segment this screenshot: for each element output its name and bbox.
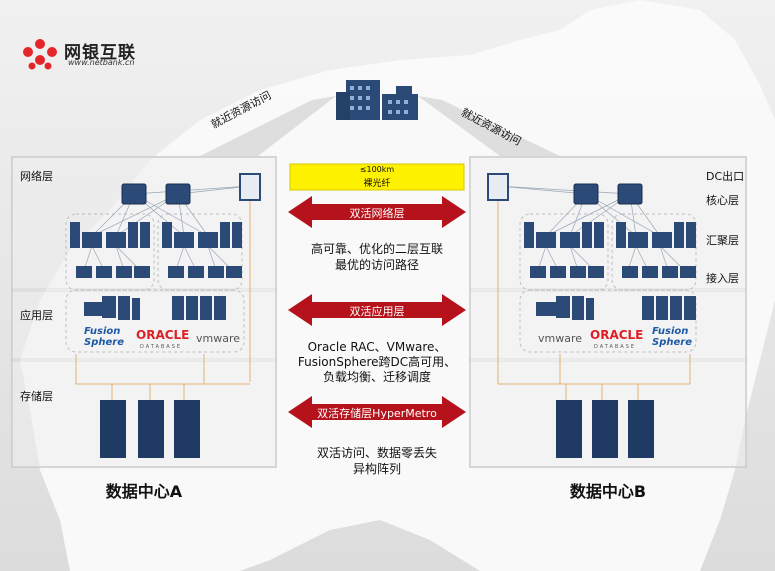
arrow-label-app: 双活应用层 (349, 305, 405, 318)
desc-storage-2: 异构阵列 (352, 462, 401, 476)
dc-b-oracle-logo: ORACLE (590, 328, 644, 342)
dc-a-vmware-logo: vmware (196, 332, 241, 345)
dc-b-layer-access: 接入层 (706, 272, 739, 285)
dc-b-layer-core: 核心层 (706, 194, 739, 207)
arrow-label-storage: 双活存储层HyperMetro (317, 407, 437, 420)
dc-b-oracle-db: DATABASE (594, 344, 637, 350)
fiber-type: 裸光纤 (363, 179, 391, 189)
dc-b-title: 数据中心B (569, 482, 647, 501)
dc-a-layer-app: 应用层 (20, 309, 53, 322)
dc-b-layer-aggregation: 汇聚层 (706, 234, 739, 247)
dc-b-layer-exit: DC出口 (706, 170, 745, 183)
brand-url: www.netbank.cn (68, 58, 135, 67)
dc-a-title: 数据中心A (105, 482, 183, 501)
dc-b-fusion-logo: Fusion (652, 326, 689, 337)
fiber-distance: ≤100km (359, 165, 395, 174)
desc-app-3: 负载均衡、迁移调度 (322, 370, 431, 384)
desc-network-2: 最优的访问路径 (334, 258, 419, 272)
dc-b-sphere-logo: Sphere (652, 337, 692, 348)
dc-a-layer-network: 网络层 (20, 170, 53, 183)
dc-a-fusion-logo: Fusion (84, 326, 121, 337)
buildings-icon (336, 80, 418, 120)
dc-a-layer-storage: 存储层 (20, 390, 53, 403)
dc-a-oracle-db: DATABASE (140, 344, 183, 350)
desc-network-1: 高可靠、优化的二层互联 (310, 242, 443, 256)
arrow-label-network: 双活网络层 (349, 207, 405, 220)
dc-a-sphere-logo: Sphere (84, 337, 124, 348)
dc-b-vmware-logo: vmware (538, 332, 583, 345)
dc-a-oracle-logo: ORACLE (136, 328, 190, 342)
desc-storage-1: 双活访问、数据零丢失 (316, 446, 437, 460)
